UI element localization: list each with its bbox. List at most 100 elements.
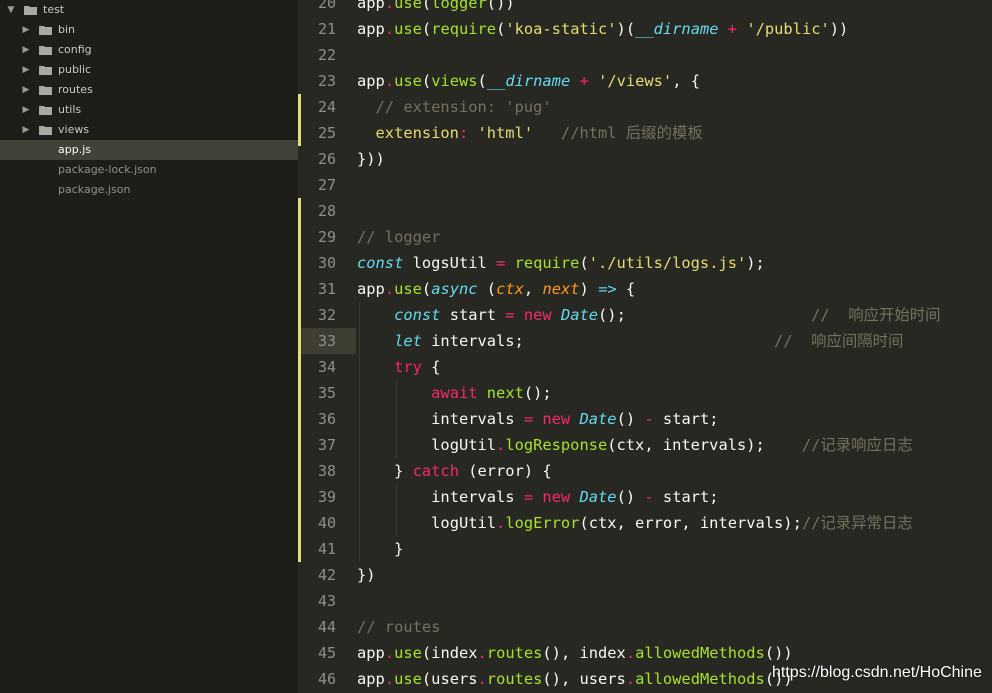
folder-icon <box>24 5 37 15</box>
file-item-package-lock-json[interactable]: package-lock.json <box>0 160 298 180</box>
code-line[interactable]: logUtil.logError(ctx, error, intervals);… <box>431 510 913 536</box>
plain-token: ( <box>421 280 432 298</box>
folder-item-test[interactable]: ▼ test <box>0 0 298 20</box>
plain-token: ( <box>496 20 506 38</box>
code-line[interactable]: app.use(users.routes(), users.allowedMet… <box>357 666 793 692</box>
code-line[interactable]: app.use(logger()) <box>357 0 515 16</box>
plain-token: ( <box>477 72 487 90</box>
code-line[interactable]: logUtil.logResponse(ctx, intervals); //记… <box>431 432 913 458</box>
keyword-token: = <box>523 488 534 506</box>
function-token: logger <box>431 0 487 12</box>
line-number: 31 <box>317 280 336 298</box>
plain-token: ( <box>477 280 497 298</box>
code-line[interactable]: } <box>394 536 403 562</box>
function-token: next <box>486 384 524 402</box>
file-item-app-js[interactable]: app.js <box>0 140 298 160</box>
function-token: use <box>394 280 422 298</box>
plain-token: , { <box>672 72 701 90</box>
line-number: 23 <box>317 72 336 90</box>
keyword-token: = <box>496 254 506 272</box>
chevron-right-icon[interactable]: ▶ <box>21 40 31 60</box>
function-token: use <box>394 670 422 688</box>
folder-item-bin[interactable]: ▶ bin <box>0 20 298 40</box>
keyword-token: new <box>542 488 571 506</box>
code-line[interactable]: try { <box>394 354 440 380</box>
chevron-right-icon[interactable]: ▶ <box>21 60 31 80</box>
tree-item-label: utils <box>58 103 82 116</box>
code-line[interactable]: app.use(index.routes(), index.allowedMet… <box>357 640 793 666</box>
plain-token: { <box>616 280 636 298</box>
chevron-right-icon[interactable]: ▶ <box>21 80 31 100</box>
plain-token: ) <box>579 280 599 298</box>
code-line[interactable]: } catch (error) { <box>394 458 552 484</box>
line-number: 29 <box>317 228 336 246</box>
comment-token: //记录响应日志 <box>801 436 913 454</box>
plain-token: intervals <box>431 410 524 428</box>
keyword-token: . <box>384 0 395 12</box>
line-number: 44 <box>317 618 336 636</box>
line-number: 36 <box>317 410 336 428</box>
folder-item-routes[interactable]: ▶ routes <box>0 80 298 100</box>
code-line[interactable]: let intervals; // 响应间隔时间 <box>394 328 903 354</box>
code-line[interactable]: extension: 'html' //html 后缀的模板 <box>376 120 703 146</box>
plain-token: ); <box>746 254 765 272</box>
folder-item-config[interactable]: ▶ config <box>0 40 298 60</box>
line-number: 30 <box>317 254 336 272</box>
code-line[interactable]: intervals = new Date() - start; <box>431 484 718 510</box>
code-line[interactable]: app.use(require('koa-static')(__dirname … <box>357 16 848 42</box>
line-number: 34 <box>317 358 336 376</box>
code-line[interactable]: // logger <box>357 224 440 250</box>
folder-icon <box>39 125 52 135</box>
line-number: 46 <box>317 670 336 688</box>
code-line[interactable]: })) <box>357 146 385 172</box>
code-line[interactable]: const logsUtil = require('./utils/logs.j… <box>357 250 765 276</box>
storage-token: const <box>394 306 441 324</box>
line-number: 28 <box>317 202 336 220</box>
folder-item-public[interactable]: ▶ public <box>0 60 298 80</box>
keyword-token: = <box>523 410 534 428</box>
code-line[interactable]: await next(); <box>431 380 552 406</box>
storage-token: __dirname <box>635 20 719 38</box>
file-item-package-json[interactable]: package.json <box>0 180 298 200</box>
tree-item-label: package-lock.json <box>58 163 157 176</box>
code-line[interactable]: app.use(async (ctx, next) => { <box>357 276 635 302</box>
folder-item-views[interactable]: ▶ views <box>0 120 298 140</box>
folder-item-utils[interactable]: ▶ utils <box>0 100 298 120</box>
code-line[interactable]: // extension: 'pug' <box>376 94 552 120</box>
line-number: 38 <box>317 462 336 480</box>
indent-guide <box>396 380 398 458</box>
code-line[interactable]: intervals = new Date() - start; <box>431 406 718 432</box>
keyword-token: + <box>727 20 738 38</box>
keyword-token: . <box>384 72 395 90</box>
storage-token: Date <box>579 488 617 506</box>
comment-token: //html 后缀的模板 <box>560 124 703 142</box>
string-token: 'koa-static' <box>505 20 617 38</box>
keyword-token: . <box>496 436 506 454</box>
plain-token: ( <box>421 20 432 38</box>
code-line[interactable]: // routes <box>357 614 440 640</box>
code-editor[interactable]: 20 21 22 23 24 25 26 27 28 29 30 31 32 33 34 35 36 37 38 39… <box>298 0 992 693</box>
chevron-down-icon[interactable]: ▼ <box>6 0 16 20</box>
line-number: 25 <box>317 124 336 142</box>
code-line[interactable]: const start = new Date(); // 响应开始时间 <box>394 302 941 328</box>
keyword-token: : <box>458 124 469 142</box>
chevron-right-icon[interactable]: ▶ <box>21 120 31 140</box>
keyword-token: . <box>477 644 487 662</box>
code-line[interactable]: app.use(views(__dirname + '/views', { <box>357 68 700 94</box>
plain-token: (), index <box>542 644 626 662</box>
comment-token: // 响应间隔时间 <box>774 332 904 350</box>
line-number: 21 <box>317 20 336 38</box>
function-token: routes <box>486 644 543 662</box>
chevron-right-icon[interactable]: ▶ <box>21 100 31 120</box>
storage-token: async <box>431 280 478 298</box>
code-line[interactable]: }) <box>357 562 376 588</box>
chevron-right-icon[interactable]: ▶ <box>21 20 31 40</box>
